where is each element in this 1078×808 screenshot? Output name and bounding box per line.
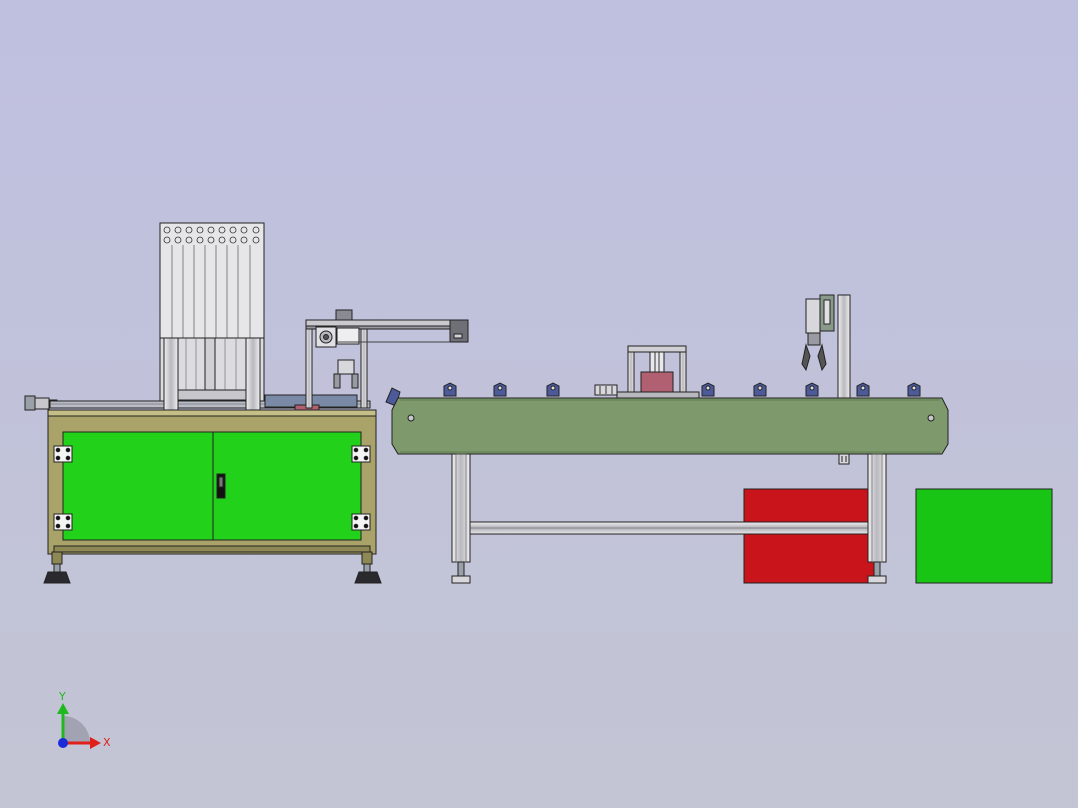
hinge-icon	[351, 445, 371, 463]
fixture-nut-icon	[546, 382, 560, 397]
cabinet-door-right	[212, 431, 362, 541]
y-axis-label: Y	[58, 690, 66, 703]
hinge-icon	[53, 513, 73, 531]
fixture-nut-icon	[701, 382, 715, 397]
z-axis-dot	[58, 738, 68, 748]
cad-viewport[interactable]: Y X	[0, 0, 1078, 808]
hinge-icon	[351, 513, 371, 531]
assembly-drawing: Y X	[0, 0, 1078, 808]
fixture-nut-icon	[493, 382, 507, 397]
rear-post	[837, 294, 851, 400]
magazine-tower	[159, 222, 265, 411]
reject-bin-red	[743, 488, 877, 584]
fixture-nut-icon	[753, 382, 767, 397]
sensor-icon	[838, 453, 850, 465]
x-axis-label: X	[103, 736, 111, 749]
fixture-nut-icon	[907, 382, 921, 397]
hinge-icon	[53, 445, 73, 463]
fixture-nut-icon	[805, 382, 819, 397]
conveyor-belt	[391, 397, 949, 455]
fixture-nut-icon	[856, 382, 870, 397]
accept-bin-green	[915, 488, 1053, 584]
fixture-nut-icon	[443, 382, 457, 397]
cabinet-doors	[62, 431, 362, 541]
cabinet-door-left	[62, 431, 214, 541]
